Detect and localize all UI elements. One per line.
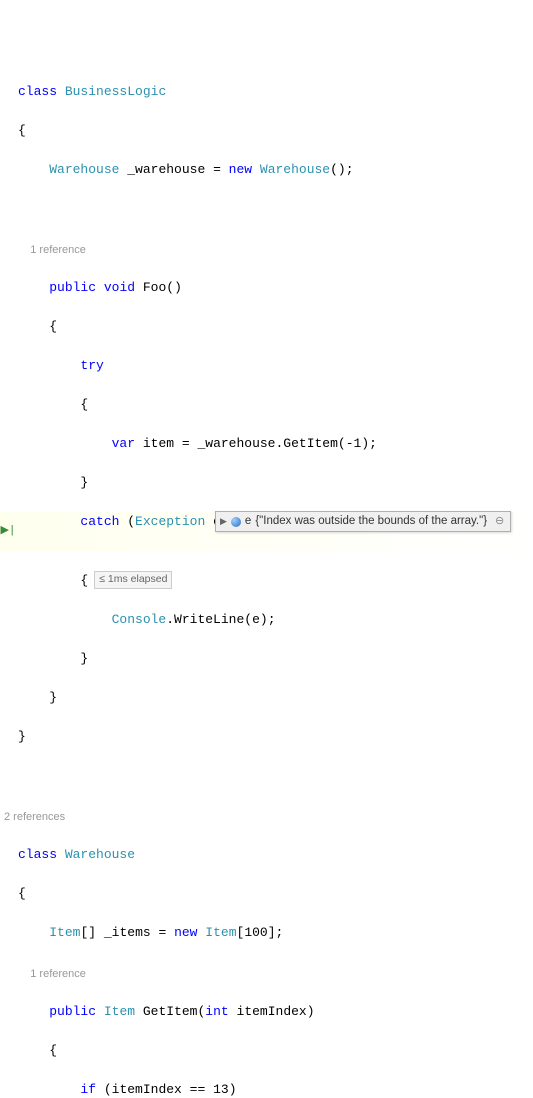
call-method: GetItem	[283, 436, 338, 451]
debug-datatip[interactable]: ▶ e {"Index was outside the bounds of th…	[215, 511, 511, 532]
code-line[interactable]: public void Foo()	[0, 278, 533, 298]
method-name: GetItem	[143, 1004, 198, 1019]
code-line[interactable]: {	[0, 1041, 533, 1061]
ctor-type: Item	[205, 925, 236, 940]
if-lhs: itemIndex	[112, 1082, 182, 1097]
keyword-class: class	[18, 84, 57, 99]
code-line[interactable]: if (itemIndex == 13)	[0, 1080, 533, 1098]
keyword-public: public	[49, 1004, 96, 1019]
blank-line	[0, 199, 533, 219]
method-name: Foo	[143, 280, 166, 295]
field-type: Warehouse	[49, 162, 119, 177]
call-arg: e	[252, 612, 260, 627]
class-name: BusinessLogic	[65, 84, 166, 99]
keyword-new: new	[174, 925, 197, 940]
expand-icon[interactable]: ▶	[220, 515, 227, 529]
keyword-if: if	[80, 1082, 96, 1097]
code-line[interactable]: }	[0, 727, 533, 747]
exception-type: Exception	[135, 514, 205, 529]
class-name: Warehouse	[65, 847, 135, 862]
keyword-public: public	[49, 280, 96, 295]
return-type: Item	[104, 1004, 135, 1019]
array-size: 100	[244, 925, 267, 940]
code-line[interactable]: public Item GetItem(int itemIndex)	[0, 1002, 533, 1022]
local-var: item	[143, 436, 174, 451]
code-line-current[interactable]: ▶| catch (Exception e) ▶ e {"Index was o…	[0, 512, 533, 551]
codelens-link[interactable]: 2 references	[0, 809, 533, 826]
code-line[interactable]: {	[0, 884, 533, 904]
codelens-text[interactable]: 1 reference	[30, 244, 86, 256]
if-rhs: 13	[213, 1082, 229, 1097]
code-line[interactable]: {	[0, 317, 533, 337]
code-line[interactable]: var item = _warehouse.GetItem(-1);	[0, 434, 533, 454]
keyword-var: var	[112, 436, 135, 451]
if-op: ==	[190, 1082, 206, 1097]
call-type: Console	[112, 612, 167, 627]
keyword-new: new	[229, 162, 252, 177]
codelens-link[interactable]: 1 reference	[0, 242, 533, 259]
call-arg: -1	[346, 436, 362, 451]
call-target: _warehouse	[197, 436, 275, 451]
code-line[interactable]: {≤ 1ms elapsed	[0, 571, 533, 591]
code-line[interactable]: }	[0, 688, 533, 708]
perf-elapsed-badge[interactable]: ≤ 1ms elapsed	[94, 571, 172, 589]
keyword-class: class	[18, 847, 57, 862]
codelens-text[interactable]: 1 reference	[30, 968, 86, 980]
code-line[interactable]: class BusinessLogic	[0, 82, 533, 102]
datatip-var: e	[245, 513, 251, 530]
param-name: itemIndex	[237, 1004, 307, 1019]
code-line[interactable]: }	[0, 473, 533, 493]
code-line[interactable]: {	[0, 121, 533, 141]
keyword-try: try	[80, 358, 103, 373]
ctor-type: Warehouse	[260, 162, 330, 177]
pin-icon[interactable]: ⊖	[495, 513, 504, 530]
codelens-link[interactable]: 1 reference	[0, 966, 533, 983]
code-line[interactable]: Console.WriteLine(e);	[0, 610, 533, 630]
field-name: _warehouse	[127, 162, 205, 177]
call-method: WriteLine	[174, 612, 244, 627]
code-line[interactable]: }	[0, 649, 533, 669]
code-line[interactable]: {	[0, 395, 533, 415]
blank-line	[0, 766, 533, 786]
field-type: Item	[49, 925, 80, 940]
codelens-text[interactable]: 2 references	[4, 811, 65, 823]
param-type: int	[205, 1004, 228, 1019]
datatip-value: {"Index was outside the bounds of the ar…	[255, 513, 487, 530]
array-brackets: []	[80, 925, 96, 940]
play-icon: ▶|	[0, 526, 15, 537]
code-line[interactable]: Warehouse _warehouse = new Warehouse();	[0, 160, 533, 180]
field-name: _items	[104, 925, 151, 940]
keyword-void: void	[104, 280, 135, 295]
debug-current-marker: ▶|	[0, 512, 16, 551]
variable-icon	[231, 517, 241, 527]
code-line[interactable]: try	[0, 356, 533, 376]
keyword-catch: catch	[80, 514, 119, 529]
code-line[interactable]: Item[] _items = new Item[100];	[0, 923, 533, 943]
brace-open: {	[18, 123, 26, 138]
code-line[interactable]: class Warehouse	[0, 845, 533, 865]
